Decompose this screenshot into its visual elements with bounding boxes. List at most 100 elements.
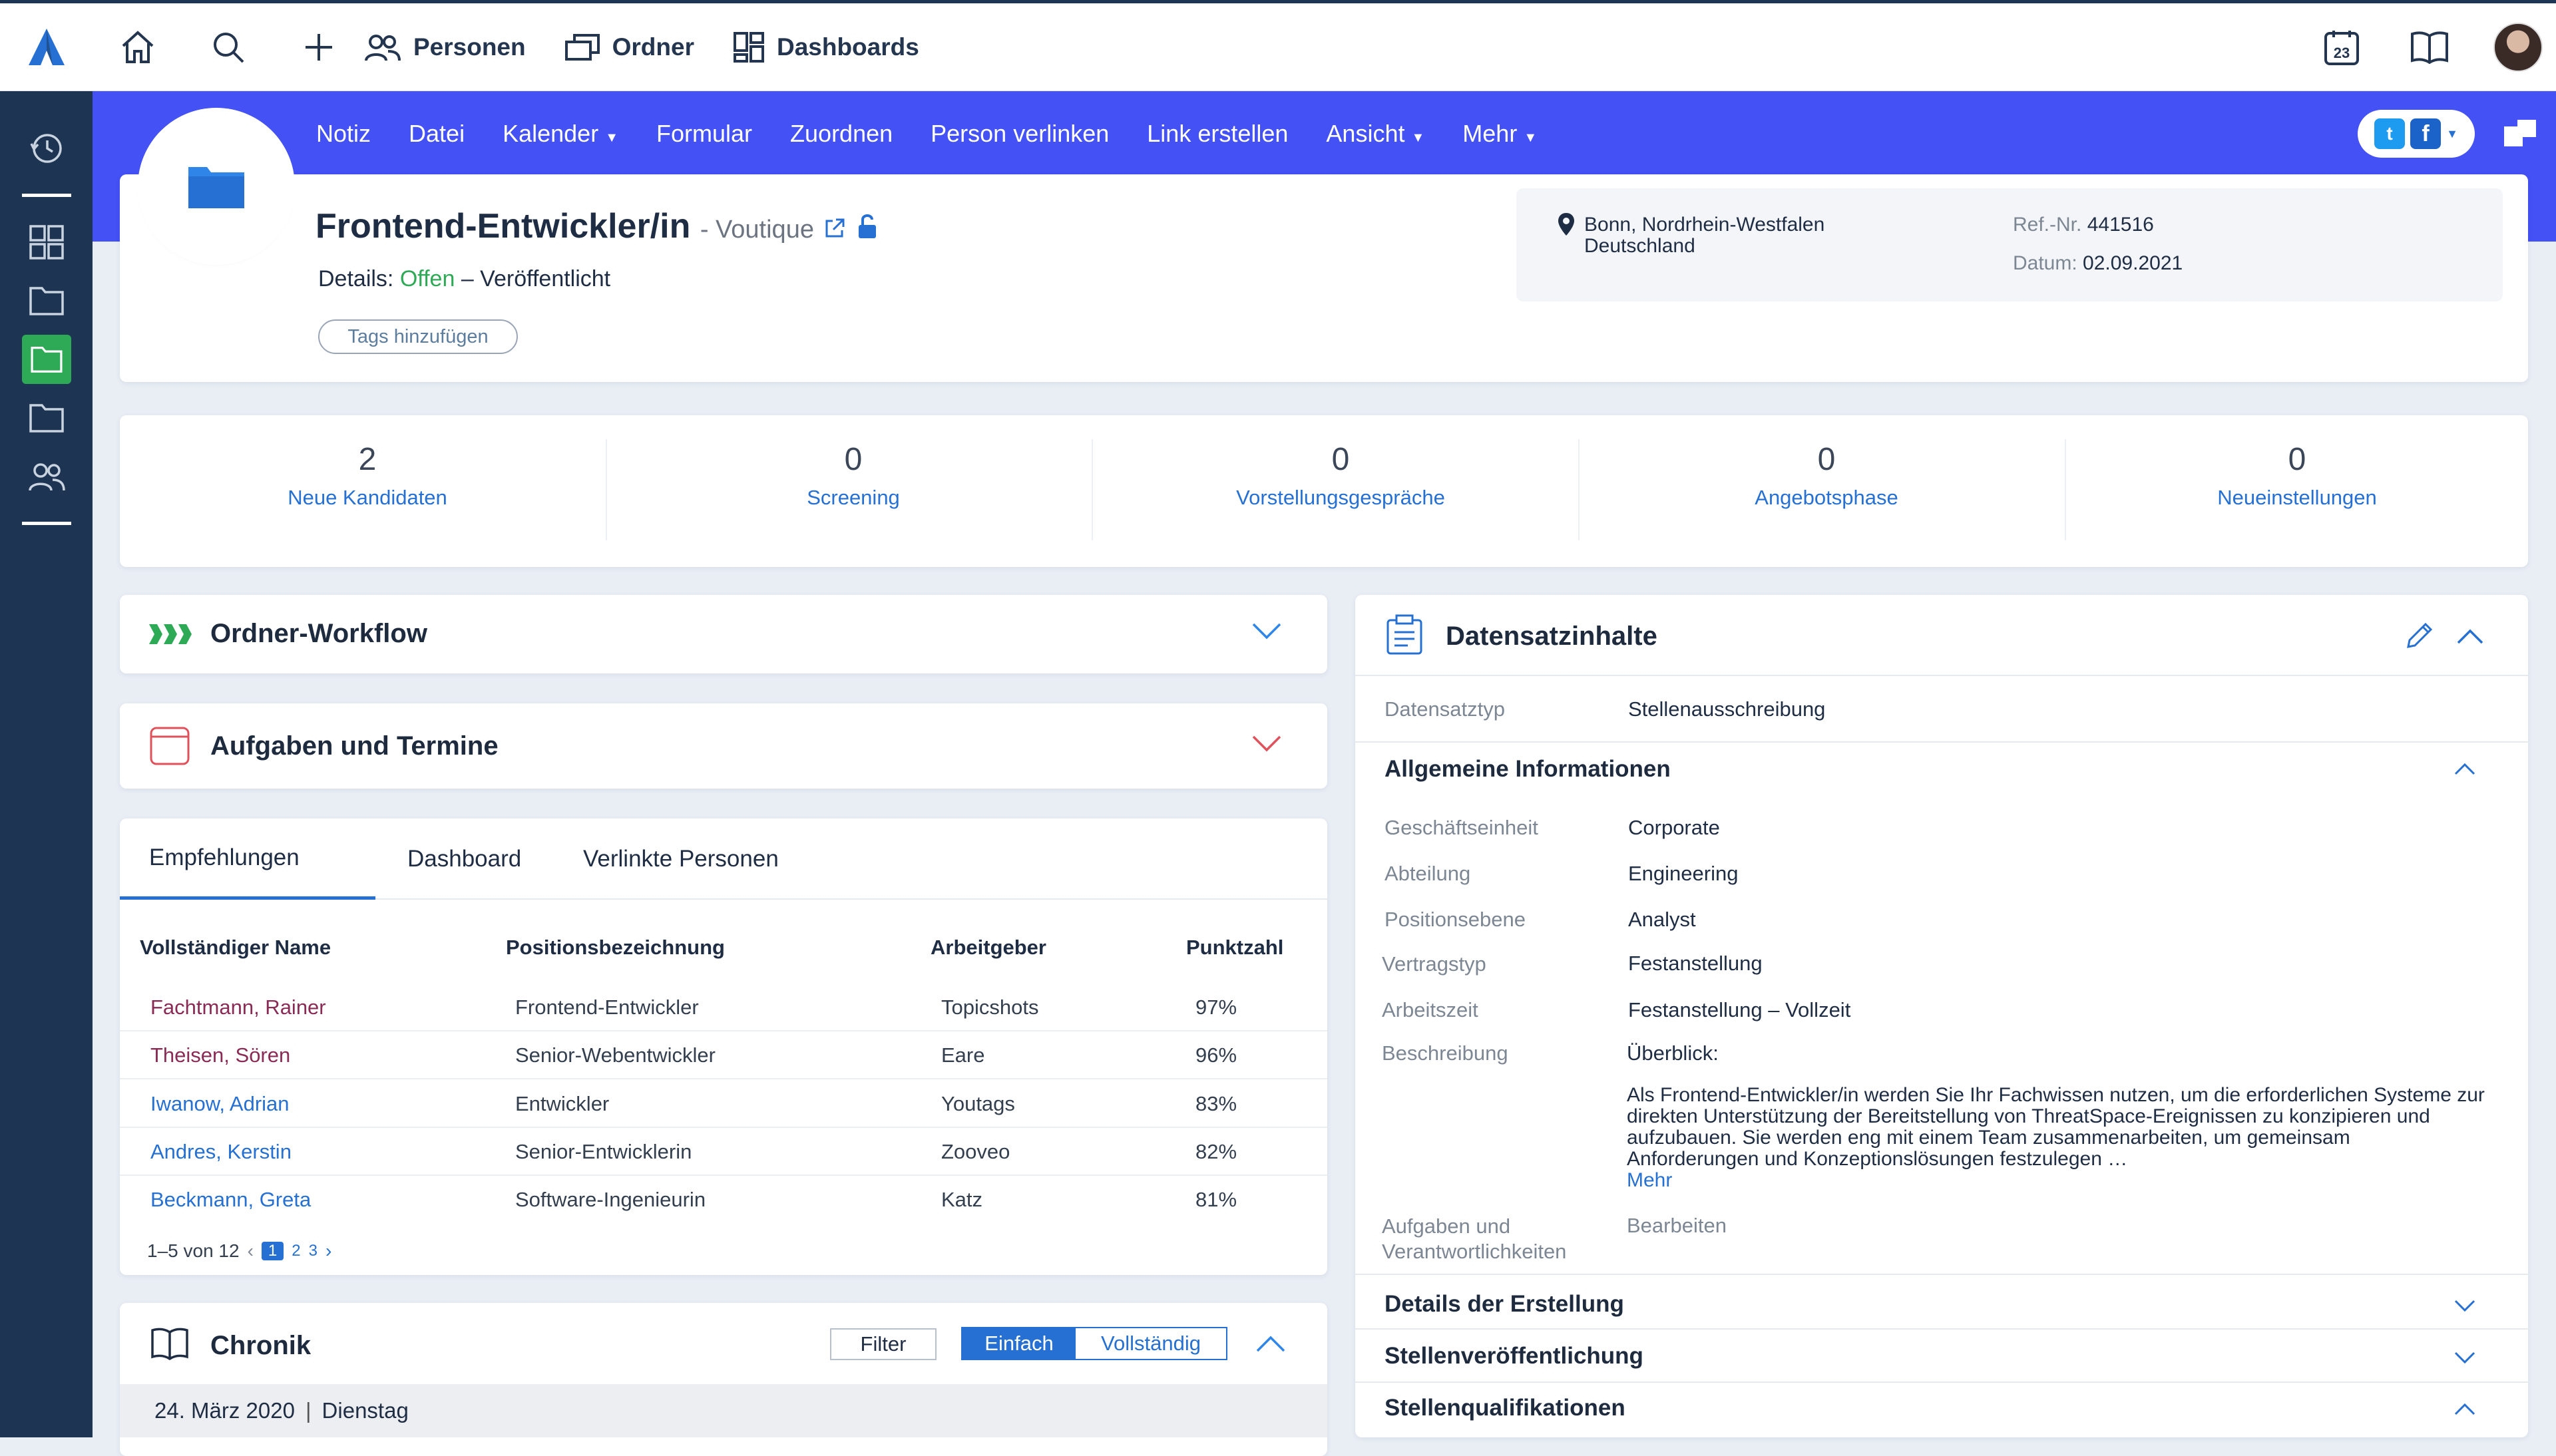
toggle-einfach[interactable]: Einfach [962,1328,1076,1359]
external-link-icon[interactable] [823,208,846,248]
nav-personen-label: Personen [413,33,526,61]
chevron-down-icon[interactable] [1251,622,1282,643]
tab-empfehlungen[interactable]: Empfehlungen [120,819,375,900]
candidate-name[interactable]: Theisen, Sören [150,1043,290,1067]
nav-personen[interactable]: Personen [364,33,526,62]
add-tags-button[interactable]: Tags hinzufügen [318,319,518,354]
stat-vorstellungsgespraeche[interactable]: 0 Vorstellungsgespräche [1101,441,1580,510]
chevron-up-icon[interactable] [1255,1335,1286,1357]
divider [1355,741,2528,743]
date-value: 02.09.2021 [2083,252,2183,274]
avatar[interactable] [2493,23,2543,72]
book-icon[interactable] [2386,3,2473,91]
edit-pencil-icon[interactable] [2403,619,2436,655]
stat-value: 2 [358,442,377,477]
chronik-title: Chronik [210,1331,312,1360]
candidate-name[interactable]: Andres, Kerstin [150,1140,292,1164]
page-2[interactable]: 2 [292,1242,300,1260]
chevron-left-icon[interactable]: ‹ [248,1240,254,1262]
workflow-card[interactable]: Ordner-Workflow [120,595,1327,673]
field-label: Abteilung [1384,862,1471,885]
layout-switch-icon[interactable] [2503,117,2537,151]
col-header-employer[interactable]: Arbeitgeber [931,936,1046,960]
sidebar-folder-2-icon[interactable] [0,389,93,447]
sidebar-people-icon[interactable] [0,447,93,506]
social-share-button[interactable]: t f ▼ [2358,110,2475,158]
history-icon[interactable] [0,119,93,178]
action-person-verlinken[interactable]: Person verlinken [931,120,1109,148]
candidate-name[interactable]: Fachtmann, Rainer [150,996,326,1019]
candidate-name[interactable]: Iwanow, Adrian [150,1092,290,1116]
tab-label: Empfehlungen [149,844,300,870]
action-formular[interactable]: Formular [656,120,752,148]
section-stellenveroeffentlichung[interactable]: Stellenveröffentlichung [1384,1343,1643,1369]
page-1[interactable]: 1 [261,1242,284,1260]
tab-dashboard[interactable]: Dashboard [407,819,521,900]
nav-ordner[interactable]: Ordner [564,33,694,62]
unlock-icon[interactable] [856,208,880,248]
location-line-1: Bonn, Nordrhein-Westfalen [1584,214,1825,236]
chevron-down-icon[interactable] [2453,1351,2476,1367]
chevron-up-icon[interactable] [2456,628,2484,649]
stat-neue-kandidaten[interactable]: 2 Neue Kandidaten [128,441,607,510]
divider [1355,1274,2528,1275]
action-ansicht[interactable]: Ansicht ▼ [1326,120,1424,148]
action-datei[interactable]: Datei [409,120,465,148]
stat-neueinstellungen[interactable]: 0 Neueinstellungen [2057,441,2537,510]
published-status: – Veröffentlicht [461,266,611,291]
table-row[interactable]: Fachtmann, Rainer Frontend-Entwickler To… [120,984,1327,1031]
field-label: Arbeitszeit [1382,998,1478,1021]
stat-screening[interactable]: 0 Screening [614,441,1093,510]
tab-verlinkte-personen[interactable]: Verlinkte Personen [583,819,779,900]
record-company[interactable]: - Voutique [700,216,814,244]
twitter-icon: t [2374,118,2406,149]
table-row[interactable]: Andres, Kerstin Senior-Entwicklerin Zoov… [120,1128,1327,1176]
col-header-name[interactable]: Vollständiger Name [140,936,331,960]
ref-number: Ref.-Nr. 441516 [2013,214,2154,236]
table-row[interactable]: Beckmann, Greta Software-Ingenieurin Kat… [120,1176,1327,1224]
action-notiz[interactable]: Notiz [316,120,371,148]
stat-value: 0 [2288,442,2306,477]
candidate-name[interactable]: Beckmann, Greta [150,1188,311,1212]
action-link-erstellen[interactable]: Link erstellen [1147,120,1288,148]
record-title-text: Frontend-Entwickler/in [316,207,691,246]
action-mehr[interactable]: Mehr ▼ [1462,120,1537,148]
home-icon[interactable] [93,3,183,91]
chevron-down-icon[interactable] [2453,1299,2476,1316]
calendar-icon[interactable]: 23 [2298,3,2386,91]
section-stellenqualifikationen[interactable]: Stellenqualifikationen [1384,1395,1625,1421]
edit-responsibilities[interactable]: Bearbeiten [1627,1214,1727,1238]
section-general-info[interactable]: Allgemeine Informationen [1384,756,1671,783]
add-icon[interactable] [274,3,364,91]
chevron-right-icon[interactable]: › [325,1240,331,1262]
app-logo[interactable] [0,3,93,91]
tasks-card[interactable]: Aufgaben und Termine [120,703,1327,789]
chevron-up-icon[interactable] [2453,763,2476,779]
toggle-vollstaendig[interactable]: Vollständig [1076,1328,1226,1359]
record-type-value: Stellenausschreibung [1628,697,1826,721]
caret-down-icon: ▼ [605,130,618,145]
chevron-up-icon[interactable] [2453,1403,2476,1419]
table-row[interactable]: Iwanow, Adrian Entwickler Youtags 83% [120,1080,1327,1128]
nav-dashboards[interactable]: Dashboards [733,31,919,63]
more-link[interactable]: Mehr [1627,1170,2485,1191]
action-zuordnen[interactable]: Zuordnen [790,120,893,148]
sidebar-folder-icon[interactable] [0,272,93,330]
divider [1355,1328,2528,1330]
page-3[interactable]: 3 [309,1242,318,1260]
candidate-employer: Eare [941,1043,985,1067]
section-details-erstellung[interactable]: Details der Erstellung [1384,1291,1624,1318]
search-icon[interactable] [183,3,274,91]
action-kalender-label: Kalender [503,120,599,147]
action-mehr-label: Mehr [1462,120,1518,147]
sidebar-active-folder-icon[interactable] [0,330,93,389]
pagination-text: 1–5 von 12 [147,1240,240,1261]
action-kalender[interactable]: Kalender ▼ [503,120,618,148]
col-header-position[interactable]: Positionsbezeichnung [506,936,725,960]
sidebar-dashboard-icon[interactable] [0,213,93,272]
col-header-score[interactable]: Punktzahl [1186,936,1283,960]
stat-angebotsphase[interactable]: 0 Angebotsphase [1587,441,2066,510]
chevron-down-icon[interactable] [1251,734,1282,756]
table-row[interactable]: Theisen, Sören Senior-Webentwickler Eare… [120,1031,1327,1079]
filter-button[interactable]: Filter [830,1328,937,1360]
